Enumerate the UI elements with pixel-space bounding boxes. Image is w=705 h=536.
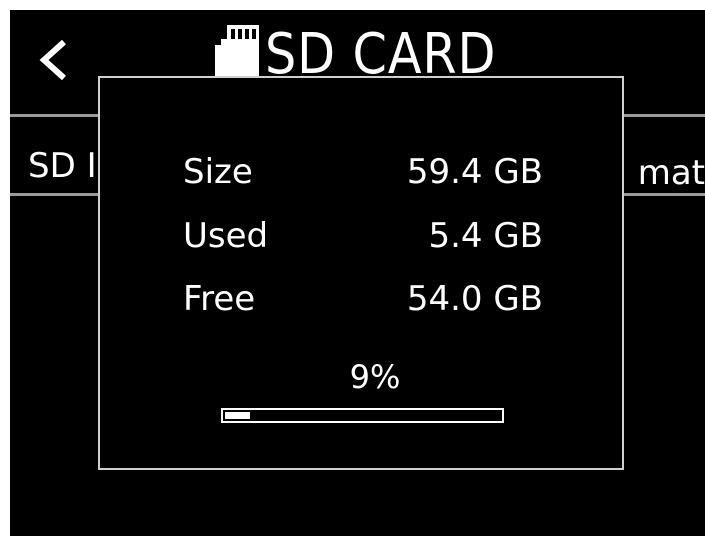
sd-card-screen: SD CARD SD I mat Size 59.4 GB Used 5.4 G… — [10, 10, 705, 536]
used-label: Used — [183, 216, 269, 256]
menu-item-format[interactable]: mat — [638, 153, 705, 193]
usage-progress-bar — [221, 408, 504, 423]
size-label: Size — [183, 152, 253, 192]
free-label: Free — [183, 279, 256, 319]
free-value: 54.0 GB — [406, 279, 543, 319]
back-button[interactable] — [34, 37, 80, 83]
chevron-left-icon — [39, 39, 67, 81]
sd-card-icon — [215, 25, 259, 79]
storage-info-dialog: Size 59.4 GB Used 5.4 GB Free 54.0 GB 9% — [98, 76, 624, 470]
used-value: 5.4 GB — [428, 216, 543, 256]
usage-percent: 9% — [349, 358, 401, 396]
size-value: 59.4 GB — [406, 152, 543, 192]
usage-progress-fill — [225, 412, 250, 419]
